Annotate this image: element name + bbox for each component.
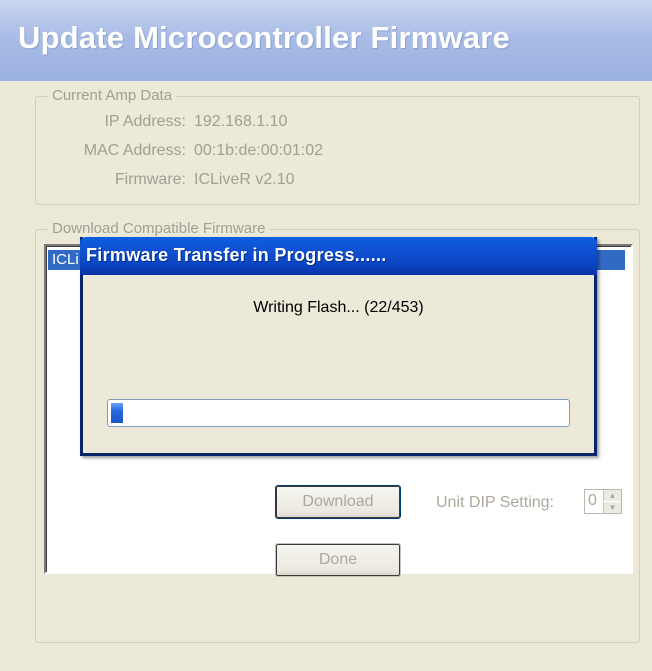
transfer-dialog-title: Firmware Transfer in Progress...... xyxy=(86,245,387,265)
mac-address-value: 00:1b:de:00:01:02 xyxy=(194,142,324,159)
ip-address-row: IP Address: xyxy=(36,113,186,133)
firmware-transfer-dialog: Firmware Transfer in Progress...... Writ… xyxy=(80,237,597,456)
spin-up-arrow-icon[interactable]: ▲ xyxy=(603,490,621,501)
firmware-row: Firmware: xyxy=(36,171,186,191)
unit-dip-spinner[interactable]: 0 ▲ ▼ xyxy=(584,489,622,514)
window-title-bar: Update Microcontroller Firmware xyxy=(0,0,652,81)
spin-down-arrow-icon[interactable]: ▼ xyxy=(603,502,621,513)
firmware-value: ICLiveR v2.10 xyxy=(194,171,295,188)
done-button[interactable]: Done xyxy=(275,543,401,577)
progress-fill xyxy=(111,403,133,423)
unit-dip-value: 0 xyxy=(588,492,597,509)
current-amp-groupbox: Current Amp Data IP Address: 192.168.1.1… xyxy=(35,87,640,205)
ip-address-label: IP Address: xyxy=(104,113,186,130)
download-firmware-legend: Download Compatible Firmware xyxy=(48,220,270,237)
current-amp-legend: Current Amp Data xyxy=(48,87,177,104)
download-button[interactable]: Download xyxy=(275,485,401,519)
firmware-label: Firmware: xyxy=(114,171,186,188)
unit-dip-setting-label: Unit DIP Setting: xyxy=(436,494,554,511)
transfer-status-text: Writing Flash... (22/453) xyxy=(253,299,424,316)
transfer-dialog-title-bar: Firmware Transfer in Progress...... xyxy=(80,237,597,275)
mac-address-label: MAC Address: xyxy=(83,142,186,159)
transfer-progress-bar xyxy=(107,399,570,427)
window-title: Update Microcontroller Firmware xyxy=(18,20,510,55)
ip-address-value: 192.168.1.10 xyxy=(194,113,288,130)
mac-address-row: MAC Address: xyxy=(36,142,186,162)
progress-chunk xyxy=(111,403,123,423)
